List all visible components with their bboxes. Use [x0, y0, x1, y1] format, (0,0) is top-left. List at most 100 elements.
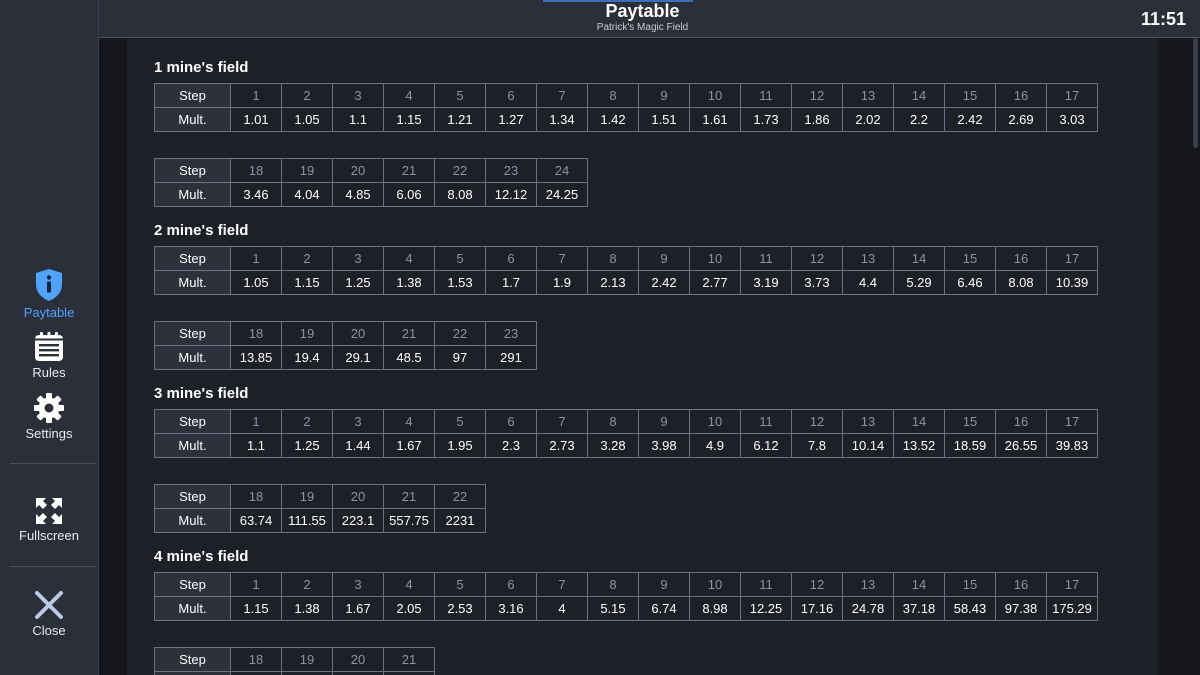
multiplier-cell: 2.69 [995, 107, 1047, 132]
step-cell: 22 [434, 321, 486, 346]
step-cell: 4 [383, 409, 435, 434]
multiplier-cell: 63.74 [230, 508, 282, 533]
section-title: 3 mine's field [154, 385, 249, 402]
table-gap [154, 295, 1098, 316]
sidebar-item-close[interactable]: Close [0, 590, 98, 638]
paytable-grid: Step 1 2 3 4 5 6 7 8 9 10 11 12 13 14 15 16 17 Mult. 1.05 1.… [154, 246, 1098, 295]
step-cell: 5 [434, 246, 486, 271]
multiplier-cell: 26.55 [995, 433, 1047, 458]
multiplier-cell: 1.25 [332, 270, 384, 295]
page-title: Paytable [605, 1, 680, 21]
mult-header-cell: Mult. [154, 345, 231, 370]
paytable-content[interactable]: 1 mine's field Step 1 2 3 4 5 6 7 8 9 10 11 12 13 14 15 1… [127, 38, 1158, 675]
paytable-grid: Step18192021Mult. [154, 647, 435, 675]
multiplier-row: Mult. 1.1 1.25 1.44 1.67 1.95 2.3 2.73 3.28 3.98 4… [154, 433, 1098, 458]
step-cell: 18 [230, 321, 282, 346]
step-cell: 10 [689, 572, 741, 597]
multiplier-cell: 18.59 [944, 433, 996, 458]
step-row: Step 1 2 3 4 5 6 7 8 9 10 11 12 13 14 15 16 17 [154, 572, 1098, 597]
multiplier-cell: 291 [485, 345, 537, 370]
step-header-cell: Step [154, 409, 231, 434]
multiplier-row: Mult. 3.46 4.04 4.85 6.06 8.08 12.12 24.25 [154, 182, 588, 207]
sidebar-item-fullscreen[interactable]: Fullscreen [0, 497, 98, 543]
step-cell: 3 [332, 572, 384, 597]
step-cell: 19 [281, 321, 333, 346]
multiplier-cell: 6.06 [383, 182, 435, 207]
multiplier-cell: 13.52 [893, 433, 945, 458]
step-cell: 22 [434, 158, 486, 183]
sidebar-item-rules[interactable]: Rules [0, 332, 98, 380]
multiplier-cell: 97 [434, 345, 486, 370]
step-header-cell: Step [154, 484, 231, 509]
step-cell: 1 [230, 246, 282, 271]
sidebar-item-settings[interactable]: Settings [0, 393, 98, 441]
multiplier-cell: 24.25 [536, 182, 588, 207]
step-row: Step 18 19 20 21 22 23 [154, 321, 537, 346]
multiplier-cell: 4.9 [689, 433, 741, 458]
paytable-grid: Step 1 2 3 4 5 6 7 8 9 10 11 12 13 14 15 16 17 Mult. 1.01 1.… [154, 83, 1098, 132]
step-cell: 12 [791, 83, 843, 108]
step-cell: 11 [740, 246, 792, 271]
notepad-icon [35, 332, 63, 361]
step-cell: 22 [434, 484, 486, 509]
multiplier-row: Mult. 1.01 1.05 1.1 1.15 1.21 1.27 1.34 1.42 1.51… [154, 107, 1098, 132]
multiplier-cell: 1.15 [230, 596, 282, 621]
table-gap [154, 132, 1098, 153]
gear-icon [34, 393, 64, 423]
multiplier-cell: 2231 [434, 508, 486, 533]
step-cell: 9 [638, 572, 690, 597]
step-cell: 16 [995, 83, 1047, 108]
step-cell: 20 [332, 158, 384, 183]
step-cell: 11 [740, 83, 792, 108]
multiplier-row: Mult. [154, 671, 435, 675]
step-cell: 4 [383, 572, 435, 597]
multiplier-row: Mult. 13.85 19.4 29.1 48.5 97 291 [154, 345, 537, 370]
multiplier-cell: 223.1 [332, 508, 384, 533]
multiplier-cell: 2.42 [638, 270, 690, 295]
multiplier-cell: 5.15 [587, 596, 639, 621]
multiplier-cell: 97.38 [995, 596, 1047, 621]
step-cell: 4 [383, 246, 435, 271]
step-cell: 18 [230, 647, 282, 672]
shield-info-icon [36, 269, 62, 301]
step-cell: 1 [230, 572, 282, 597]
multiplier-cell: 10.14 [842, 433, 894, 458]
multiplier-cell: 4.04 [281, 182, 333, 207]
step-header-cell: Step [154, 647, 231, 672]
multiplier-cell: 12.25 [740, 596, 792, 621]
game-subtitle: Patrick's Magic Field [596, 22, 689, 33]
fullscreen-icon [36, 498, 62, 524]
multiplier-cell [332, 671, 384, 675]
step-cell: 17 [1046, 83, 1098, 108]
scrollbar[interactable] [1193, 38, 1198, 148]
sidebar-item-label: Close [32, 623, 66, 638]
step-cell: 13 [842, 246, 894, 271]
step-cell: 12 [791, 246, 843, 271]
multiplier-cell: 6.12 [740, 433, 792, 458]
step-cell: 14 [893, 409, 945, 434]
step-cell: 23 [485, 321, 537, 346]
sidebar-item-paytable[interactable]: Paytable [0, 268, 98, 320]
multiplier-cell: 1.7 [485, 270, 537, 295]
step-cell: 8 [587, 572, 639, 597]
multiplier-cell [383, 671, 435, 675]
multiplier-cell: 6.46 [944, 270, 996, 295]
step-cell: 15 [944, 409, 996, 434]
step-cell: 8 [587, 409, 639, 434]
step-cell: 6 [485, 83, 537, 108]
mine-field-section: 1 mine's field Step 1 2 3 4 5 6 7 8 9 10 11 12 13 14 15 1… [154, 58, 1098, 207]
step-cell: 20 [332, 647, 384, 672]
multiplier-cell: 1.05 [230, 270, 282, 295]
paytable-grid: Step 18 19 20 21 22 Mult. 63.74 111.55 223.1 557.7… [154, 484, 486, 533]
step-row: Step 1 2 3 4 5 6 7 8 9 10 11 12 13 14 15 16 17 [154, 409, 1098, 434]
multiplier-cell: 1.38 [281, 596, 333, 621]
sidebar-item-label: Paytable [23, 305, 75, 320]
step-cell: 7 [536, 572, 588, 597]
mult-header-cell: Mult. [154, 182, 231, 207]
multiplier-cell: 1.15 [383, 107, 435, 132]
multiplier-cell: 2.53 [434, 596, 486, 621]
multiplier-cell: 1.01 [230, 107, 282, 132]
multiplier-cell: 3.16 [485, 596, 537, 621]
multiplier-row: Mult. 63.74 111.55 223.1 557.75 2231 [154, 508, 486, 533]
multiplier-cell: 39.83 [1046, 433, 1098, 458]
